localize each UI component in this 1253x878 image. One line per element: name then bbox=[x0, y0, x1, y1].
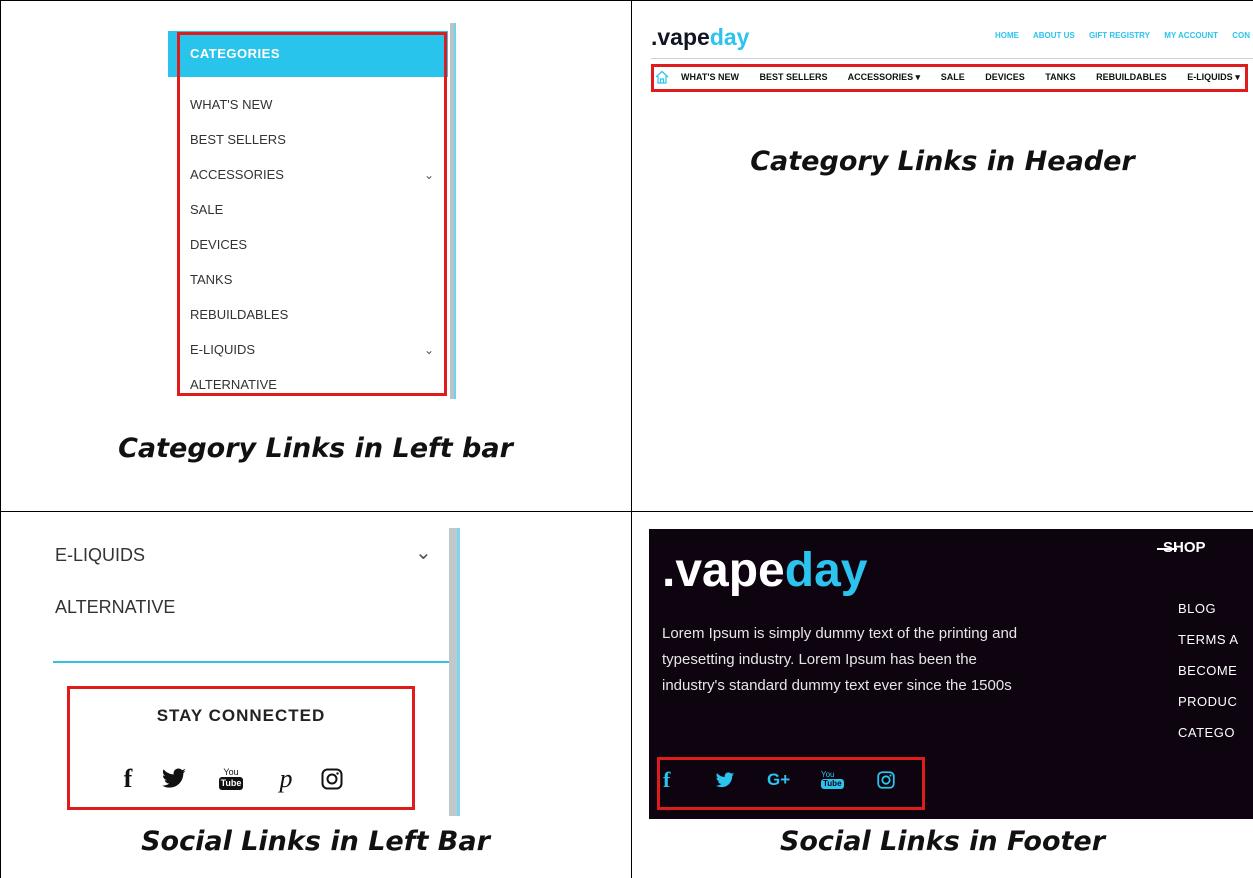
highlight-box-left-categories bbox=[177, 32, 447, 396]
caption-footer-social: Social Links in Footer bbox=[779, 826, 1106, 857]
top-nav-my-account[interactable]: MY ACCOUNT bbox=[1164, 31, 1218, 40]
grid-border-top bbox=[0, 0, 1253, 1]
caption-left-categories: Category Links in Left bar bbox=[118, 433, 513, 464]
scrollbar-track[interactable] bbox=[449, 528, 457, 816]
footer-link-blog[interactable]: BLOG bbox=[1178, 601, 1239, 632]
footer-description: Lorem Ipsum is simply dummy text of the … bbox=[662, 625, 1018, 694]
footer-links: BLOG TERMS A BECOME PRODUC CATEGO bbox=[1178, 601, 1239, 756]
footer-link-become[interactable]: BECOME bbox=[1178, 663, 1239, 694]
footer-link-categories[interactable]: CATEGO bbox=[1178, 725, 1239, 756]
shop-heading: SHOP bbox=[1163, 539, 1206, 556]
highlight-box-left-social bbox=[67, 686, 415, 810]
logo-text-accent: day bbox=[784, 544, 868, 597]
caption-left-social: Social Links in Left Bar bbox=[141, 826, 490, 857]
footer-logo[interactable]: .vapeday bbox=[662, 543, 867, 598]
grid-divider-vertical bbox=[631, 0, 632, 878]
grid-divider-horizontal bbox=[0, 511, 1253, 512]
scrollbar-accent bbox=[454, 23, 456, 399]
logo-text: .vape bbox=[651, 24, 710, 50]
top-nav-gift-registry[interactable]: GIFT REGISTRY bbox=[1089, 31, 1150, 40]
top-nav-contact[interactable]: CON bbox=[1232, 31, 1250, 40]
logo-text: .vape bbox=[662, 544, 785, 597]
left-bar-item[interactable]: E-LIQUIDS bbox=[55, 545, 145, 566]
top-nav-about[interactable]: ABOUT US bbox=[1033, 31, 1075, 40]
left-bar-item[interactable]: ALTERNATIVE bbox=[55, 597, 175, 618]
footer-link-products[interactable]: PRODUC bbox=[1178, 694, 1239, 725]
scrollbar-accent bbox=[457, 528, 460, 816]
header-logo[interactable]: .vapeday bbox=[651, 24, 749, 51]
highlight-box-header-categories bbox=[651, 64, 1248, 92]
section-divider bbox=[53, 661, 460, 663]
footer-link-terms[interactable]: TERMS A bbox=[1178, 632, 1239, 663]
header-divider bbox=[651, 58, 1253, 59]
logo-text-accent: day bbox=[709, 24, 750, 50]
top-nav: HOME ABOUT US GIFT REGISTRY MY ACCOUNT C… bbox=[995, 31, 1253, 40]
caption-header-categories: Category Links in Header bbox=[750, 146, 1135, 177]
highlight-box-footer-social bbox=[657, 757, 925, 810]
top-nav-home[interactable]: HOME bbox=[995, 31, 1019, 40]
chevron-down-icon[interactable]: ⌄ bbox=[415, 540, 432, 565]
comparison-grid: CATEGORIES WHAT'S NEW BEST SELLERS ACCES… bbox=[0, 0, 1253, 878]
